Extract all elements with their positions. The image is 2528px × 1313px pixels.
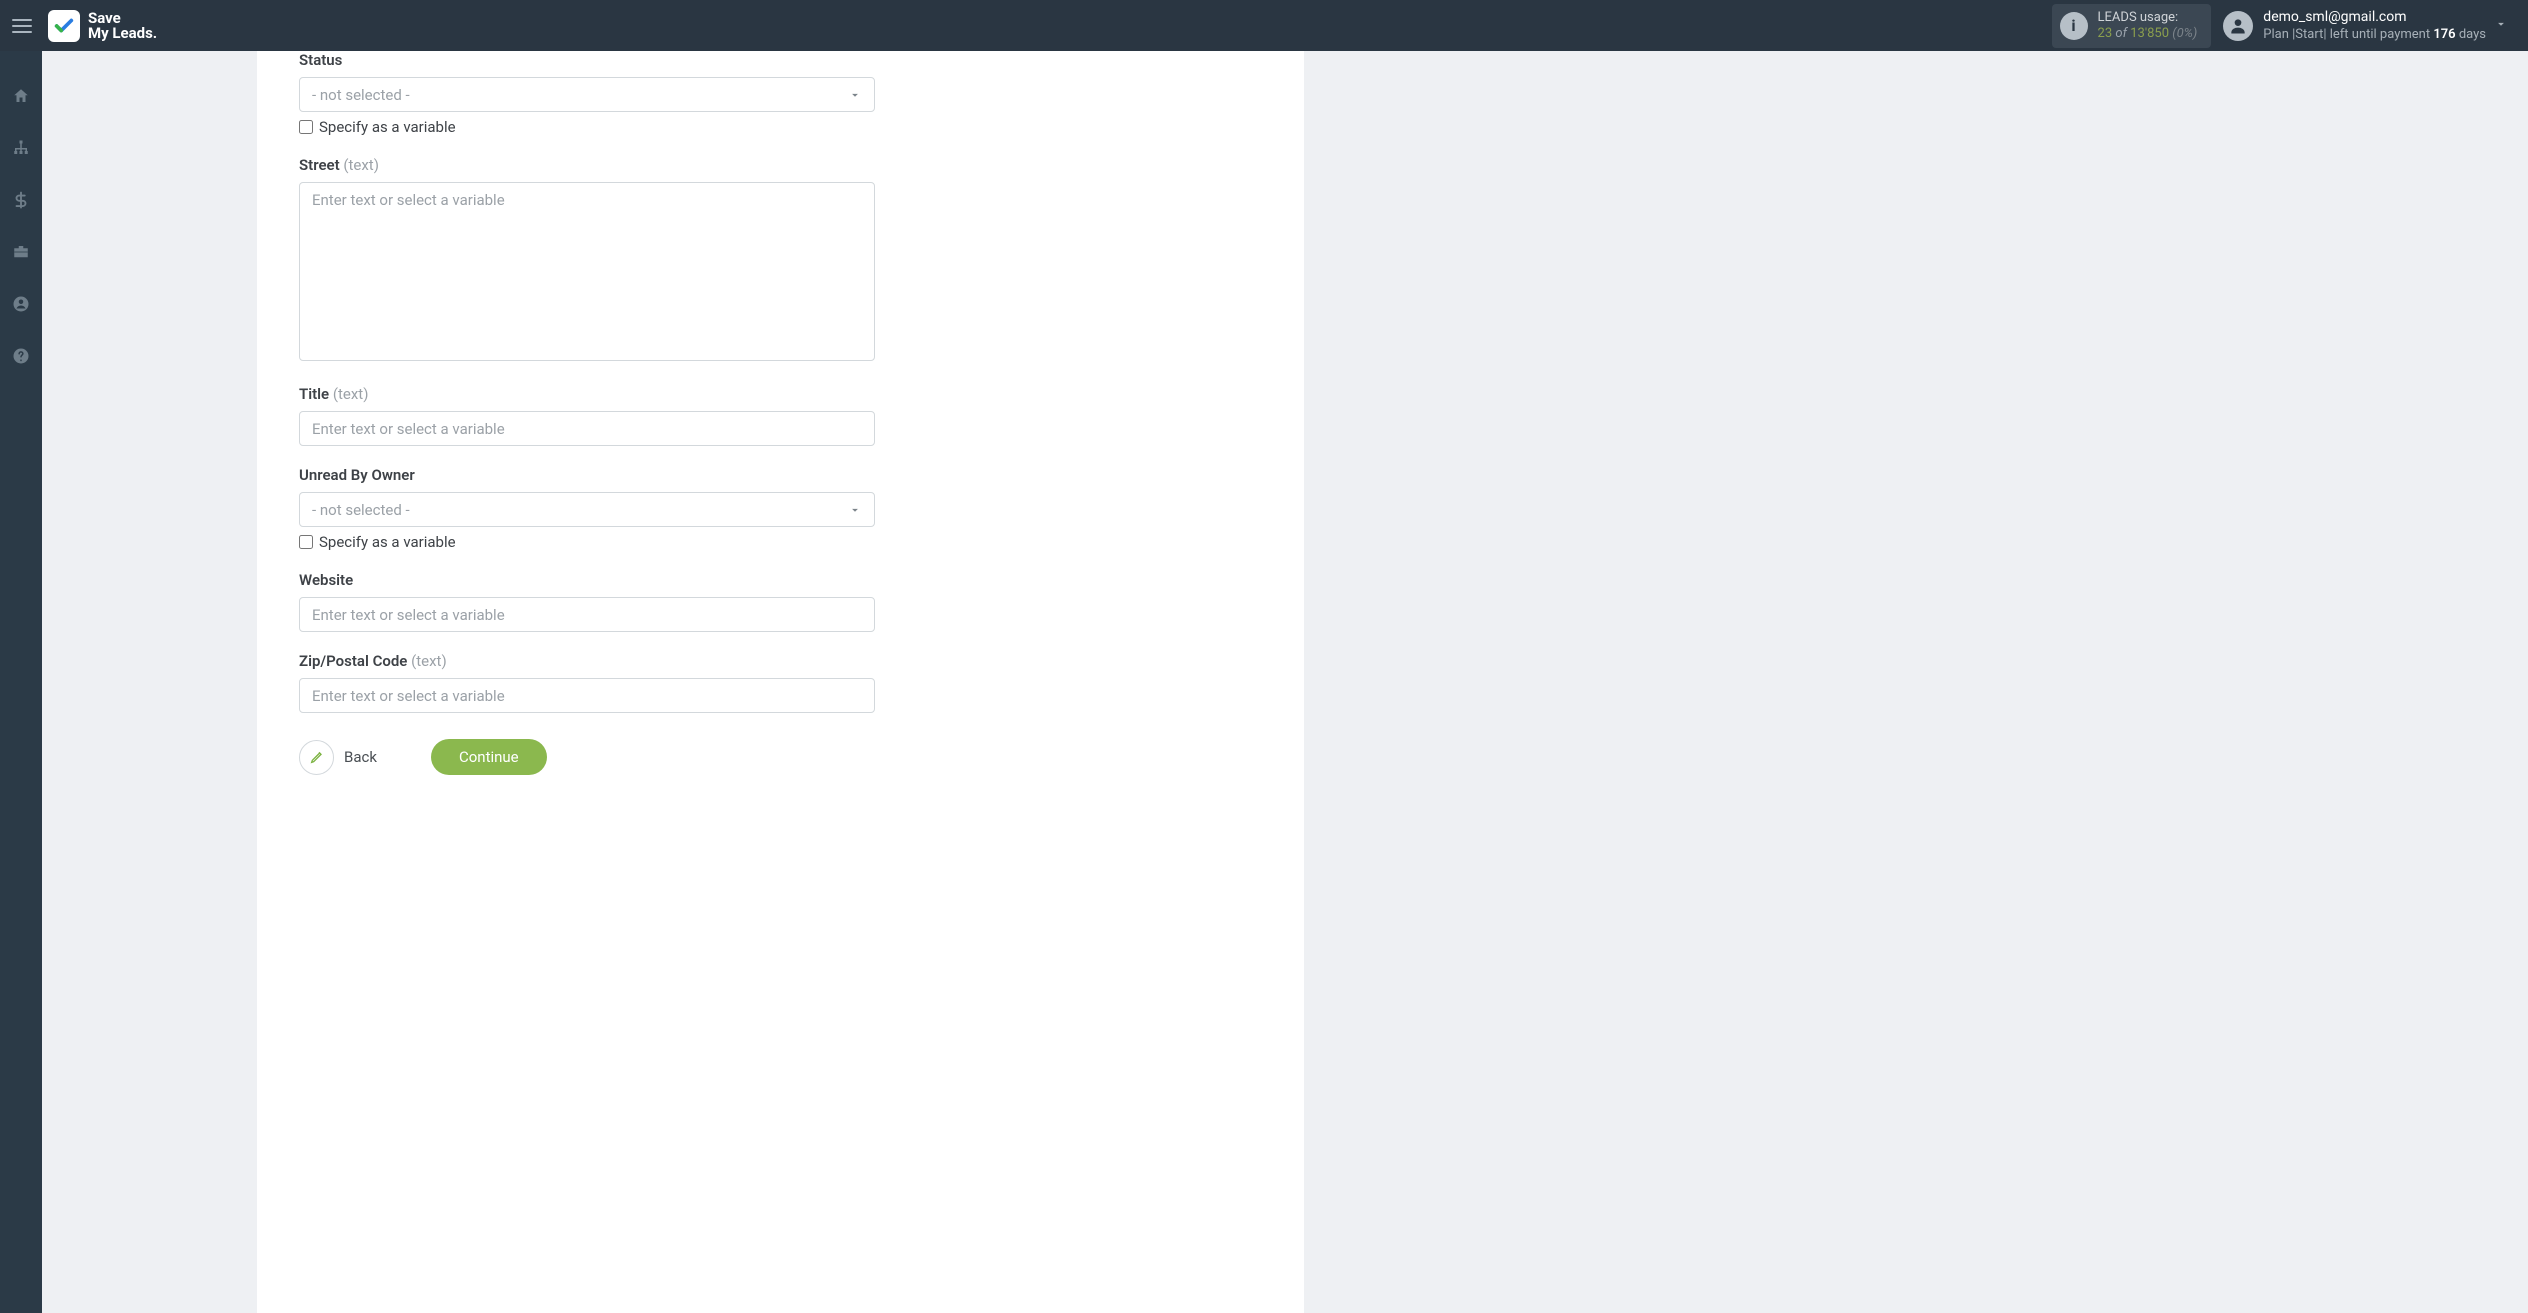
continue-button[interactable]: Continue (431, 739, 547, 775)
usage-text: LEADS usage: 23 of 13'850 (0%) (2098, 10, 2198, 42)
info-icon: i (2060, 12, 2088, 40)
unread-variable-label[interactable]: Specify as a variable (319, 533, 456, 551)
brand-name: Save My Leads. (88, 11, 157, 41)
street-input[interactable] (299, 182, 875, 361)
title-input[interactable] (299, 411, 875, 446)
field-label-status: Status (299, 51, 875, 69)
user-avatar-icon (2223, 11, 2253, 41)
status-select[interactable]: - not selected - (299, 77, 875, 112)
status-variable-checkbox[interactable] (299, 120, 313, 134)
app-logo[interactable] (48, 10, 80, 42)
field-group-zip: Zip/Postal Code (text) (299, 652, 875, 713)
field-label-zip: Zip/Postal Code (text) (299, 652, 875, 670)
main-scroll-area[interactable]: Status - not selected - Specify as a var… (42, 51, 2528, 1313)
field-group-street: Street (text) (299, 156, 875, 365)
back-button[interactable]: Back (299, 740, 377, 775)
field-group-website: Website (299, 571, 875, 632)
sidebar-item-briefcase[interactable] (0, 237, 42, 267)
field-label-title: Title (text) (299, 385, 875, 403)
sidebar-item-home[interactable] (0, 81, 42, 111)
field-group-status: Status - not selected - Specify as a var… (299, 51, 875, 136)
pencil-icon (299, 740, 334, 775)
leads-usage-box[interactable]: i LEADS usage: 23 of 13'850 (0%) (2052, 4, 2212, 48)
unread-variable-checkbox[interactable] (299, 535, 313, 549)
top-bar: Save My Leads. i LEADS usage: 23 of 13'8… (0, 0, 2528, 51)
zip-input[interactable] (299, 678, 875, 713)
form-card: Status - not selected - Specify as a var… (257, 51, 1304, 1313)
sidebar-item-account[interactable] (0, 289, 42, 319)
left-sidebar (0, 51, 42, 1313)
sidebar-item-help[interactable] (0, 341, 42, 371)
hamburger-menu[interactable] (12, 14, 36, 38)
button-row: Back Continue (299, 739, 875, 775)
account-chevron-down-icon[interactable] (2486, 16, 2516, 35)
field-label-unread: Unread By Owner (299, 466, 875, 484)
chevron-down-icon (848, 88, 862, 102)
website-input[interactable] (299, 597, 875, 632)
field-group-unread: Unread By Owner - not selected - Specify… (299, 466, 875, 551)
field-label-website: Website (299, 571, 875, 589)
chevron-down-icon (848, 503, 862, 517)
field-label-street: Street (text) (299, 156, 875, 174)
back-button-label: Back (344, 748, 377, 766)
field-group-title: Title (text) (299, 385, 875, 446)
sidebar-item-connections[interactable] (0, 133, 42, 163)
unread-select[interactable]: - not selected - (299, 492, 875, 527)
account-email: demo_sml@gmail.com (2263, 9, 2486, 26)
account-menu[interactable]: demo_sml@gmail.com Plan |Start| left unt… (2223, 9, 2486, 43)
account-plan-line: Plan |Start| left until payment 176 days (2263, 26, 2486, 43)
sidebar-item-billing[interactable] (0, 185, 42, 215)
status-variable-label[interactable]: Specify as a variable (319, 118, 456, 136)
